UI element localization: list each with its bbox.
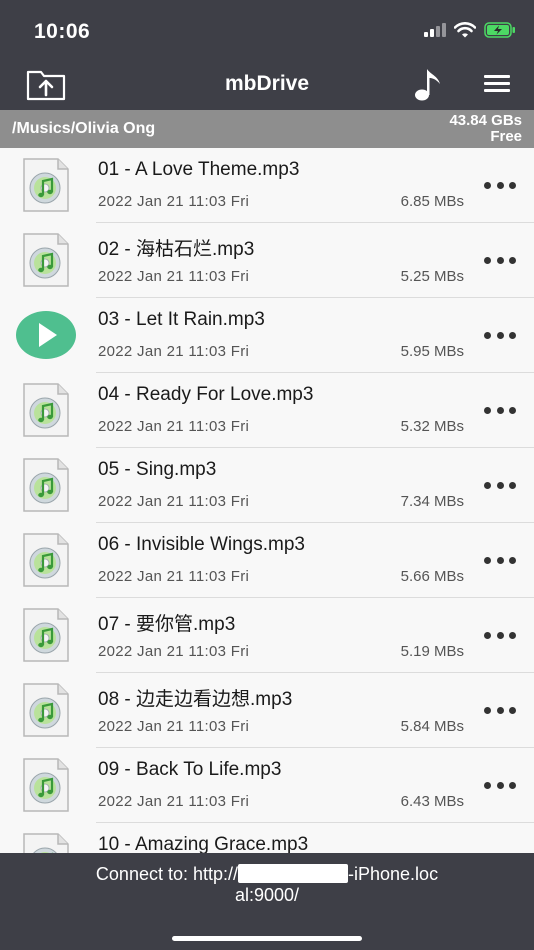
file-size: 5.32 MBs <box>400 418 464 435</box>
more-options-icon[interactable] <box>484 781 516 789</box>
redacted-block <box>238 864 349 883</box>
more-options-icon[interactable] <box>484 481 516 489</box>
music-file-icon <box>22 682 70 738</box>
more-options-icon[interactable] <box>484 706 516 714</box>
top-bar: 10:06 mbDrive <box>0 0 534 110</box>
status-icons <box>424 22 516 38</box>
file-name: 02 - 海枯石烂.mp3 <box>98 239 255 260</box>
connect-prefix: Connect to: http:// <box>95 864 239 884</box>
file-row[interactable]: 04 - Ready For Love.mp3 2022 Jan 21 11:0… <box>0 373 534 448</box>
free-space-amount: 43.84 GBs <box>449 112 522 129</box>
music-file-icon <box>22 832 70 853</box>
file-size: 7.34 MBs <box>400 493 464 510</box>
file-size: 5.19 MBs <box>400 643 464 660</box>
music-file-icon <box>22 607 70 663</box>
file-name: 01 - A Love Theme.mp3 <box>98 159 300 180</box>
file-date: 2022 Jan 21 11:03 Fri <box>98 643 250 660</box>
more-options-icon[interactable] <box>484 556 516 564</box>
more-options-icon[interactable] <box>484 256 516 264</box>
file-row[interactable]: 06 - Invisible Wings.mp3 2022 Jan 21 11:… <box>0 523 534 598</box>
file-date: 2022 Jan 21 11:03 Fri <box>98 193 250 210</box>
file-date: 2022 Jan 21 11:03 Fri <box>98 268 250 285</box>
battery-charging-icon <box>484 22 515 38</box>
file-date: 2022 Jan 21 11:03 Fri <box>98 418 250 435</box>
file-list[interactable]: 01 - A Love Theme.mp3 2022 Jan 21 11:03 … <box>0 148 534 853</box>
hamburger-menu-icon[interactable] <box>484 75 510 95</box>
file-date: 2022 Jan 21 11:03 Fri <box>98 568 250 585</box>
connect-url: Connect to: http:// -iPhone.loc al:9000/ <box>60 864 474 906</box>
file-row[interactable]: 03 - Let It Rain.mp3 2022 Jan 21 11:03 F… <box>0 298 534 373</box>
music-file-icon <box>22 232 70 288</box>
cellular-signal-icon <box>424 23 446 37</box>
file-row[interactable]: 10 - Amazing Grace.mp3 <box>0 823 534 853</box>
more-options-icon[interactable] <box>484 181 516 189</box>
music-note-icon[interactable] <box>414 66 444 102</box>
wifi-icon <box>454 22 476 38</box>
file-date: 2022 Jan 21 11:03 Fri <box>98 793 250 810</box>
file-row[interactable]: 02 - 海枯石烂.mp3 2022 Jan 21 11:03 Fri 5.25… <box>0 223 534 298</box>
file-row[interactable]: 05 - Sing.mp3 2022 Jan 21 11:03 Fri 7.34… <box>0 448 534 523</box>
file-date: 2022 Jan 21 11:03 Fri <box>98 343 250 360</box>
music-file-icon <box>22 532 70 588</box>
connect-line2: al:9000/ <box>234 885 300 905</box>
file-size: 5.95 MBs <box>400 343 464 360</box>
file-size: 5.84 MBs <box>400 718 464 735</box>
connect-suffix: -iPhone.loc <box>348 864 439 884</box>
file-date: 2022 Jan 21 11:03 Fri <box>98 718 250 735</box>
file-name: 09 - Back To Life.mp3 <box>98 759 282 780</box>
file-name: 08 - 边走边看边想.mp3 <box>98 689 293 710</box>
file-name: 10 - Amazing Grace.mp3 <box>98 834 309 853</box>
file-name: 07 - 要你管.mp3 <box>98 614 236 635</box>
music-file-icon <box>22 157 70 213</box>
file-name: 05 - Sing.mp3 <box>98 459 217 480</box>
play-icon[interactable] <box>16 310 76 360</box>
file-row[interactable]: 07 - 要你管.mp3 2022 Jan 21 11:03 Fri 5.19 … <box>0 598 534 673</box>
music-file-icon <box>22 457 70 513</box>
bottom-bar: Connect to: http:// -iPhone.loc al:9000/ <box>0 853 534 950</box>
current-path: /Musics/Olivia Ong <box>12 120 156 137</box>
free-space: 43.84 GBs Free <box>449 113 522 145</box>
file-size: 6.85 MBs <box>400 193 464 210</box>
file-row[interactable]: 08 - 边走边看边想.mp3 2022 Jan 21 11:03 Fri 5.… <box>0 673 534 748</box>
file-size: 5.66 MBs <box>400 568 464 585</box>
more-options-icon[interactable] <box>484 406 516 414</box>
file-size: 6.43 MBs <box>400 793 464 810</box>
file-size: 5.25 MBs <box>400 268 464 285</box>
file-date: 2022 Jan 21 11:03 Fri <box>98 493 250 510</box>
file-name: 06 - Invisible Wings.mp3 <box>98 534 305 555</box>
more-options-icon[interactable] <box>484 631 516 639</box>
music-file-icon <box>22 757 70 813</box>
file-row[interactable]: 09 - Back To Life.mp3 2022 Jan 21 11:03 … <box>0 748 534 823</box>
file-row[interactable]: 01 - A Love Theme.mp3 2022 Jan 21 11:03 … <box>0 148 534 223</box>
more-options-icon[interactable] <box>484 331 516 339</box>
music-file-icon <box>22 382 70 438</box>
app-title: mbDrive <box>224 72 310 95</box>
path-bar: /Musics/Olivia Ong 43.84 GBs Free <box>0 110 534 148</box>
status-time: 10:06 <box>34 20 91 43</box>
file-name: 04 - Ready For Love.mp3 <box>98 384 314 405</box>
file-name: 03 - Let It Rain.mp3 <box>98 309 265 330</box>
home-indicator[interactable] <box>172 936 362 941</box>
free-space-label: Free <box>490 128 522 145</box>
